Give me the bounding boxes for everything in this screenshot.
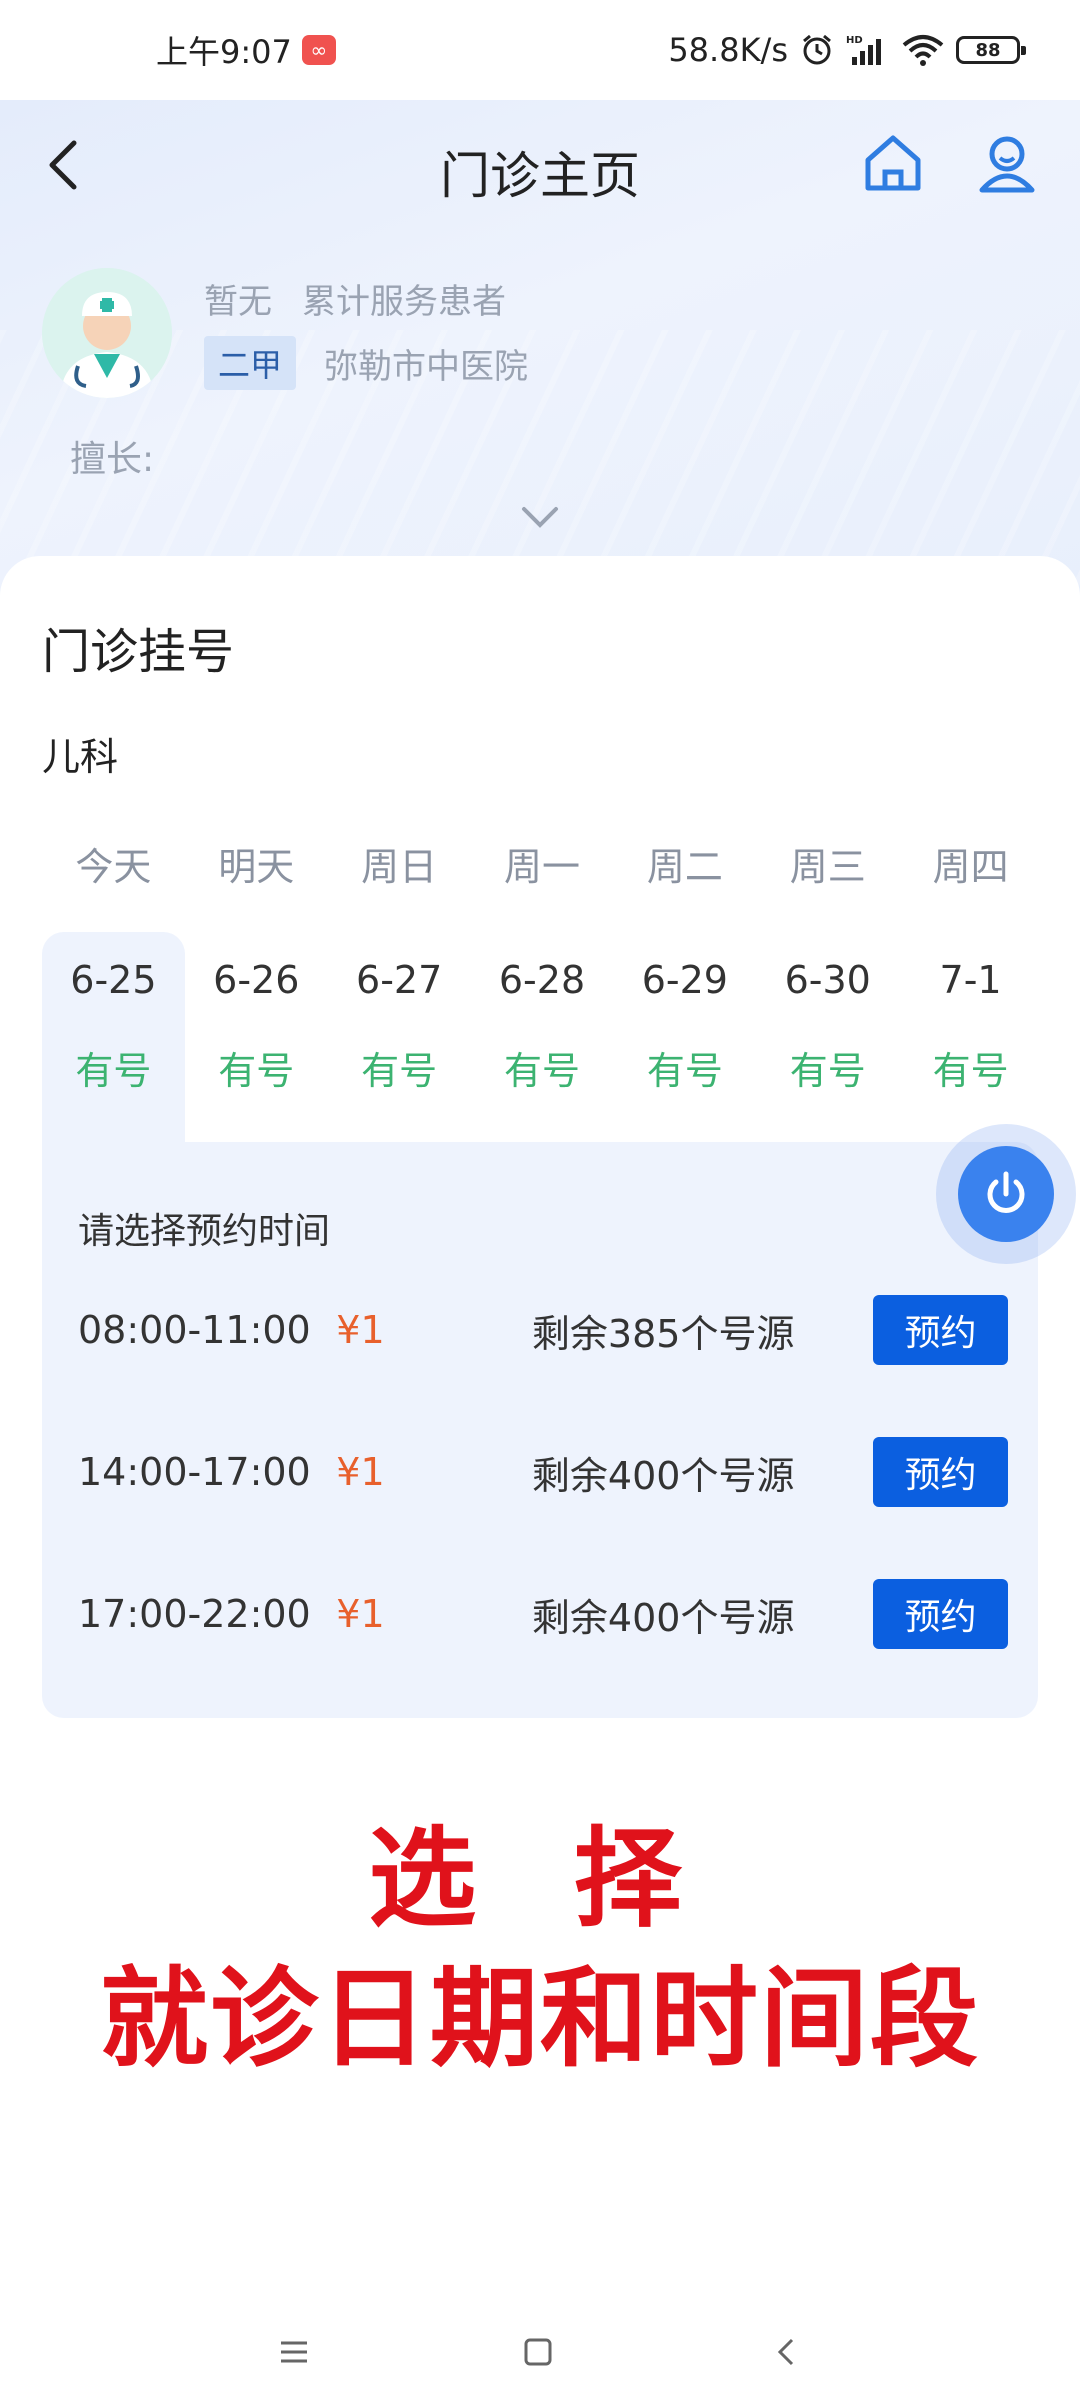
time-slot-row: 14:00-17:00 ¥1 剩余400个号源 预约 <box>78 1436 1008 1508</box>
doctor-avatar <box>42 268 172 398</box>
date-label: 7-1 <box>939 958 1002 1002</box>
date-tab[interactable]: 6-28 有号 <box>471 932 614 1142</box>
battery-icon: 88 <box>956 36 1026 64</box>
app-notification-icon: ∞ <box>301 35 336 65</box>
slot-remaining: 剩余400个号源 <box>531 1453 795 1498</box>
date-label: 6-28 <box>498 958 586 1002</box>
home-square-icon[interactable] <box>508 2322 568 2382</box>
time-slot-row: 17:00-22:00 ¥1 剩余400个号源 预约 <box>78 1578 1008 1650</box>
slots-title: 请选择预约时间 <box>78 1211 331 1252</box>
slot-time: 17:00-22:00 <box>78 1592 311 1636</box>
slot-price: ¥1 <box>336 1450 385 1494</box>
alarm-icon <box>800 33 834 67</box>
book-button[interactable]: 预约 <box>872 1437 1008 1507</box>
system-nav-bar <box>0 2300 1080 2400</box>
weekday-label: 周二 <box>646 845 723 889</box>
availability-label: 有号 <box>932 1049 1009 1093</box>
date-tab-selected[interactable]: 6-25 有号 <box>42 932 185 1142</box>
date-tab[interactable]: 6-26 有号 <box>185 932 328 1142</box>
served-patients-label: 累计服务患者 <box>302 282 506 322</box>
availability-label: 有号 <box>504 1049 581 1093</box>
section-title: 门诊挂号 <box>42 624 235 680</box>
status-bar: 上午9:07 ∞ 58.8K/s HD 88 <box>0 0 1080 100</box>
chevron-down-icon[interactable] <box>520 505 560 533</box>
date-label: 6-25 <box>70 958 157 1002</box>
date-tab[interactable]: 6-27 有号 <box>328 932 471 1142</box>
weekday-label: 周四 <box>932 845 1009 889</box>
slot-time: 14:00-17:00 <box>78 1450 311 1494</box>
date-tab[interactable]: 7-1 有号 <box>899 932 1042 1142</box>
hospital-name: 弥勒市中医院 <box>324 346 529 387</box>
status-time: 上午9:07 <box>156 33 292 71</box>
time-slot-panel: 请选择预约时间 08:00-11:00 ¥1 剩余385个号源 预约 14:00… <box>42 1142 1038 1718</box>
power-float-button[interactable] <box>936 1124 1076 1264</box>
date-label: 6-30 <box>784 958 871 1002</box>
home-icon[interactable] <box>858 128 928 198</box>
availability-label: 有号 <box>218 1049 295 1093</box>
wifi-icon <box>902 33 944 67</box>
power-icon <box>958 1146 1054 1242</box>
slot-time: 08:00-11:00 <box>78 1308 311 1352</box>
hospital-level-badge: 二甲 <box>204 336 297 390</box>
date-label: 6-29 <box>641 958 728 1002</box>
date-row: 6-25 有号 6-26 有号 6-27 有号 6-28 有号 6-29 有号 … <box>42 932 1042 1142</box>
slot-price: ¥1 <box>336 1308 385 1352</box>
date-label: 6-27 <box>356 958 443 1002</box>
availability-label: 有号 <box>789 1049 866 1093</box>
availability-label: 有号 <box>646 1049 723 1093</box>
status-left: 上午9:07 ∞ <box>156 27 336 73</box>
weekday-label: 今天 <box>75 845 152 889</box>
department-label: 儿科 <box>42 735 119 779</box>
top-nav: 门诊主页 <box>0 100 1080 230</box>
date-label: 6-26 <box>213 958 300 1002</box>
battery-level: 88 <box>975 39 1001 61</box>
weekday-label: 周一 <box>504 845 581 889</box>
slot-price: ¥1 <box>336 1592 385 1636</box>
hd-signal-icon: HD <box>846 33 890 67</box>
user-icon[interactable] <box>972 128 1042 198</box>
availability-label: 有号 <box>75 1049 152 1093</box>
back-triangle-icon[interactable] <box>756 2322 816 2382</box>
status-right: 58.8K/s HD 88 <box>668 31 1026 69</box>
specialty-label: 擅长: <box>70 439 155 480</box>
network-speed: 58.8K/s <box>668 31 788 69</box>
slot-remaining: 剩余385个号源 <box>531 1311 795 1356</box>
weekday-label: 周三 <box>789 845 866 889</box>
hospital-line: 二甲 弥勒市中医院 <box>204 336 528 390</box>
availability-label: 有号 <box>361 1049 438 1093</box>
caption-line-1: 选 择 <box>368 1817 712 1942</box>
menu-icon[interactable] <box>264 2322 324 2382</box>
time-slot-row: 08:00-11:00 ¥1 剩余385个号源 预约 <box>78 1294 1008 1366</box>
slot-remaining: 剩余400个号源 <box>531 1595 795 1640</box>
date-tab[interactable]: 6-30 有号 <box>756 932 899 1142</box>
book-button[interactable]: 预约 <box>872 1295 1008 1365</box>
doctor-name: 暂无 <box>204 282 272 322</box>
book-button[interactable]: 预约 <box>872 1579 1008 1649</box>
weekday-label: 周日 <box>361 845 438 889</box>
svg-text:HD: HD <box>846 35 863 46</box>
caption-line-2: 就诊日期和时间段 <box>99 1957 980 2082</box>
weekday-row: 今天 明天 周日 周一 周二 周三 周四 <box>42 836 1042 891</box>
date-tab[interactable]: 6-29 有号 <box>613 932 756 1142</box>
weekday-label: 明天 <box>218 845 295 889</box>
doctor-info-line: 暂无 累计服务患者 <box>204 274 506 323</box>
